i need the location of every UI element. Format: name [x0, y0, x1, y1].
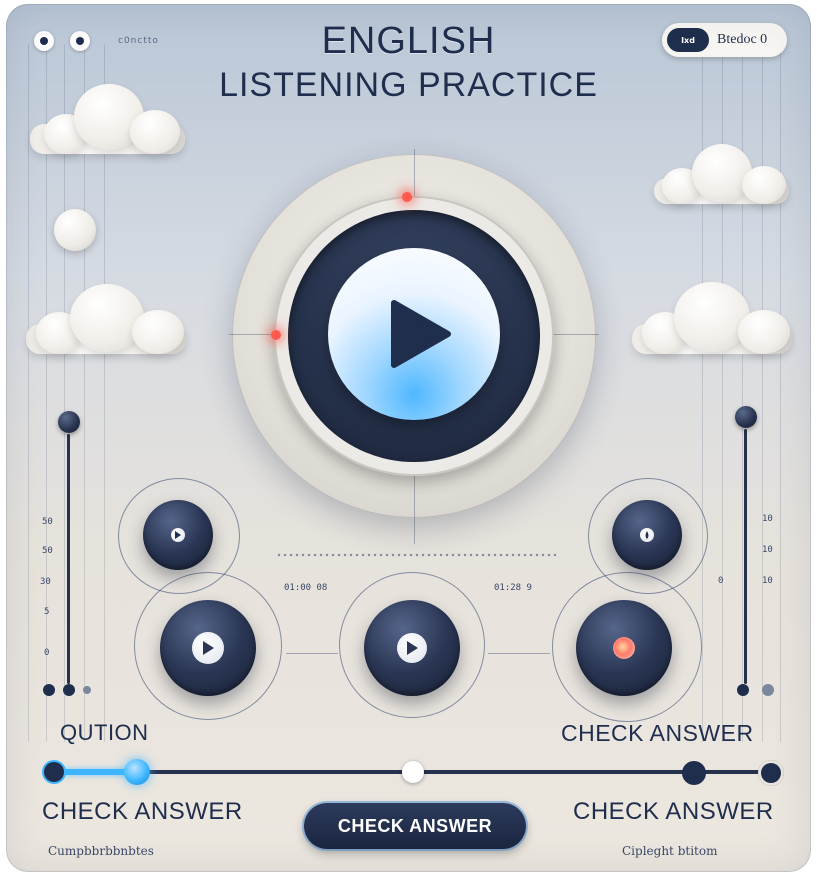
right-tick: 10: [762, 576, 773, 586]
progress-end-marker[interactable]: [682, 761, 706, 785]
play-button-center[interactable]: [364, 600, 460, 696]
question-label: QUTION: [60, 720, 149, 745]
cloud-icon: [654, 144, 789, 206]
record-icon: [613, 637, 635, 659]
record-button-right[interactable]: [576, 600, 672, 696]
left-volume-knob[interactable]: [58, 411, 80, 433]
left-tick: 30: [40, 577, 51, 587]
cloud-icon: [632, 282, 792, 356]
check-answer-label-top-right[interactable]: CHECK ANSWER: [561, 720, 754, 747]
play-button-left[interactable]: [160, 600, 256, 696]
cloud-icon: [26, 284, 186, 356]
footer-right-text: Cipleght btitom: [622, 844, 718, 858]
moon-icon: [54, 209, 96, 251]
progress-playhead[interactable]: [124, 759, 151, 785]
dial-marker-top: [402, 192, 412, 202]
progress-marker[interactable]: [402, 761, 424, 783]
left-indicator-dot: [43, 684, 55, 696]
left-tick: 50: [42, 546, 53, 556]
right-indicator-dot: [737, 684, 749, 696]
left-indicator-dot: [63, 684, 75, 696]
dotted-divider: [276, 553, 556, 557]
connector-line: [488, 653, 550, 654]
dial-marker-left: [271, 330, 281, 340]
page-title: ENGLISH: [321, 20, 496, 62]
check-answer-label-right[interactable]: CHECK ANSWER: [573, 798, 774, 826]
progress-start-knob[interactable]: [44, 762, 64, 782]
left-tick: 0: [44, 648, 50, 658]
main-play-button[interactable]: [328, 248, 500, 420]
left-tick: 5: [44, 607, 50, 617]
play-icon: [397, 633, 427, 663]
play-icon: [391, 300, 451, 368]
right-tick: 0: [718, 576, 724, 586]
check-answer-label-left[interactable]: CHECK ANSWER: [42, 798, 243, 826]
drop-icon: [640, 528, 654, 542]
right-volume-track[interactable]: [744, 429, 747, 684]
record-icon: [171, 528, 185, 542]
track-time-left: 01:00 08: [284, 583, 328, 593]
connector-line: [286, 653, 338, 654]
check-answer-button[interactable]: CHECK ANSWER: [304, 803, 526, 849]
progress-end-knob[interactable]: [758, 760, 784, 786]
play-icon: [192, 632, 224, 664]
cloud-icon: [30, 84, 185, 156]
left-indicator-dot: [83, 686, 91, 694]
small-audio-button-left[interactable]: [143, 500, 213, 570]
right-tick: 10: [762, 514, 773, 524]
small-audio-button-right[interactable]: [612, 500, 682, 570]
left-tick: 50: [42, 517, 53, 527]
right-indicator-dot: [762, 684, 774, 696]
listening-practice-app: c0nctto Ixd Btedoc 0 ENGLISH LISTENING P…: [6, 4, 811, 872]
track-time-right: 01:28 9: [494, 583, 532, 593]
right-tick: 10: [762, 545, 773, 555]
footer-left-text: Cumpbbrbbnbtes: [48, 844, 154, 858]
left-volume-track[interactable]: [67, 434, 70, 684]
right-volume-knob[interactable]: [735, 406, 757, 428]
